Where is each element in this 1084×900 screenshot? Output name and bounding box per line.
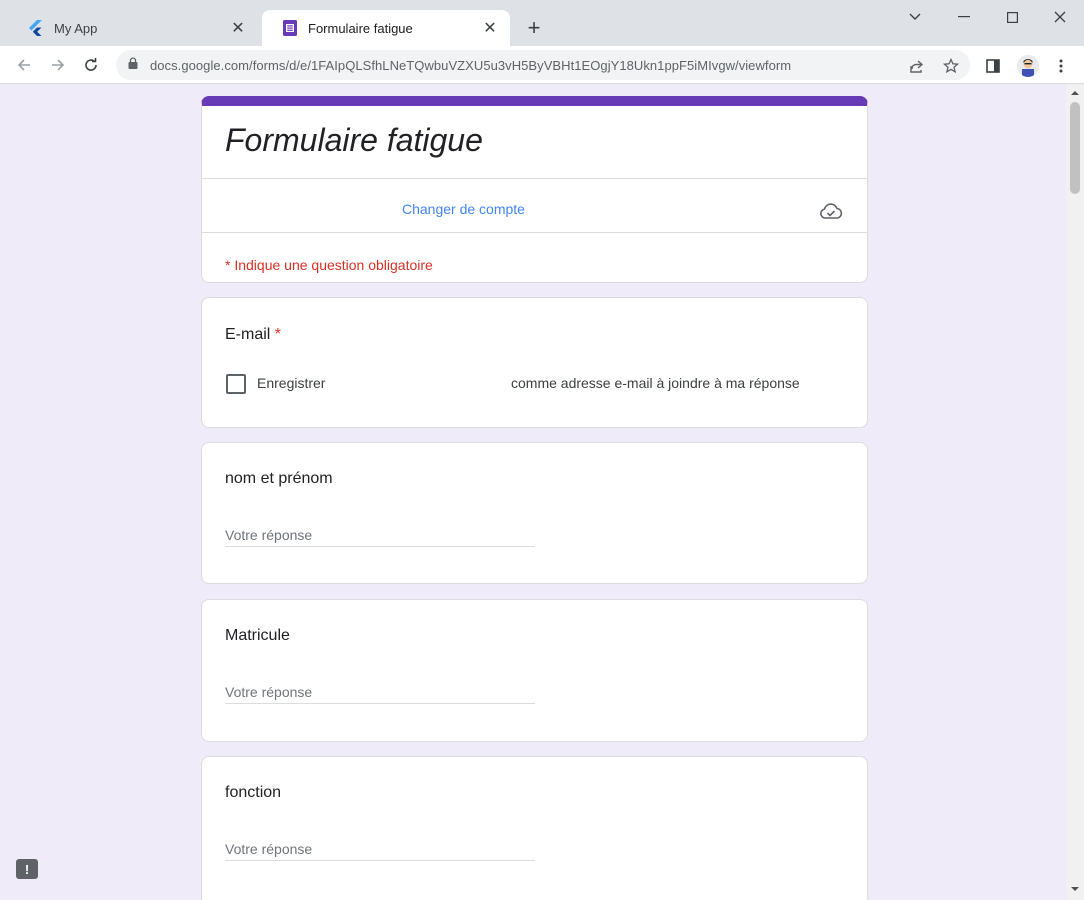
cloud-saved-icon — [818, 202, 844, 222]
answer-input[interactable] — [225, 523, 535, 547]
page-scrollbar[interactable] — [1066, 84, 1084, 900]
form-title: Formulaire fatigue — [225, 122, 483, 158]
question-card-email: E-mail * Enregistrer comme adresse e-mai… — [201, 297, 868, 428]
back-arrow-icon[interactable] — [11, 52, 37, 78]
question-title: Matricule — [225, 627, 290, 644]
profile-avatar[interactable] — [1017, 55, 1039, 77]
scroll-down-arrow-icon[interactable] — [1071, 886, 1079, 894]
close-tab-icon[interactable]: ✕ — [480, 18, 500, 38]
answer-input[interactable] — [225, 680, 535, 704]
required-asterisk: * — [274, 326, 282, 343]
form-header-card: Formulaire fatigue Changer de compte * I… — [201, 96, 868, 283]
new-tab-button[interactable]: + — [522, 15, 546, 40]
url-text: docs.google.com/forms/d/e/1FAIpQLSfhLNeT… — [150, 57, 792, 73]
form-page: Formulaire fatigue Changer de compte * I… — [0, 84, 1066, 900]
question-card-nom-prenom: nom et prénom — [201, 442, 868, 584]
question-title: E-mail * — [225, 326, 281, 344]
tab-search-icon[interactable] — [895, 6, 935, 28]
tab-my-app[interactable]: My App ✕ — [8, 10, 258, 46]
question-title-text: E-mail — [225, 326, 271, 343]
question-title: nom et prénom — [225, 470, 333, 487]
share-icon[interactable] — [908, 57, 926, 75]
google-forms-icon — [282, 20, 298, 36]
tab-strip: My App ✕ Formulaire fatigue ✕ + — [0, 0, 1084, 46]
minimize-icon[interactable] — [944, 6, 984, 28]
maximize-icon[interactable] — [992, 6, 1032, 28]
bookmark-star-icon[interactable] — [942, 57, 960, 75]
answer-input[interactable] — [225, 837, 535, 861]
flutter-icon — [28, 20, 44, 36]
switch-account-link[interactable]: Changer de compte — [402, 201, 525, 217]
record-email-checkbox[interactable] — [226, 374, 246, 394]
tab-formulaire-fatigue[interactable]: Formulaire fatigue ✕ — [262, 10, 510, 46]
reload-icon[interactable] — [78, 52, 104, 78]
tab-title: Formulaire fatigue — [308, 20, 413, 36]
menu-kebab-icon[interactable] — [1051, 56, 1071, 76]
close-tab-icon[interactable]: ✕ — [228, 18, 248, 38]
report-abuse-button[interactable]: ! — [16, 859, 38, 879]
checkbox-label-start: Enregistrer — [257, 375, 326, 391]
question-card-matricule: Matricule — [201, 599, 868, 742]
address-bar[interactable]: docs.google.com/forms/d/e/1FAIpQLSfhLNeT… — [116, 50, 970, 80]
scroll-up-arrow-icon[interactable] — [1071, 90, 1079, 98]
side-panel-icon[interactable] — [983, 56, 1003, 76]
question-card-fonction: fonction — [201, 756, 868, 900]
divider — [202, 178, 867, 179]
report-icon: ! — [24, 861, 30, 877]
tab-title: My App — [54, 20, 98, 36]
close-window-icon[interactable] — [1040, 6, 1080, 28]
browser-toolbar: docs.google.com/forms/d/e/1FAIpQLSfhLNeT… — [0, 46, 1084, 84]
checkbox-label-end: comme adresse e-mail à joindre à ma répo… — [511, 375, 800, 391]
divider — [202, 232, 867, 233]
forward-arrow-icon[interactable] — [45, 52, 71, 78]
question-title: fonction — [225, 784, 282, 801]
lock-icon — [128, 56, 138, 74]
scroll-thumb[interactable] — [1070, 102, 1080, 194]
required-note: * Indique une question obligatoire — [225, 257, 433, 273]
